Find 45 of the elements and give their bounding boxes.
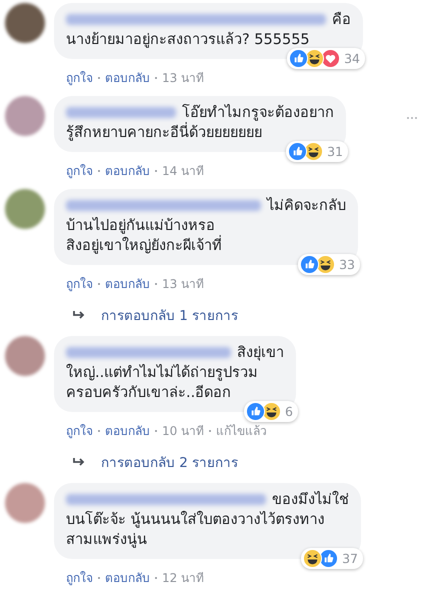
action-link[interactable]: ตอบกลับ	[105, 163, 150, 179]
separator-dot	[155, 170, 157, 172]
timestamp[interactable]: 10 นาที	[162, 423, 204, 439]
avatar[interactable]	[5, 336, 45, 376]
action-link[interactable]: ตอบกลับ	[105, 70, 150, 86]
view-replies-link[interactable]: การตอบกลับ 2 รายการ	[73, 451, 238, 473]
reaction-count: 37	[342, 551, 358, 566]
timestamp[interactable]: 12 นาที	[162, 570, 204, 586]
action-link[interactable]: ถูกใจ	[66, 70, 93, 86]
separator-dot	[98, 77, 100, 79]
reaction-count: 34	[344, 51, 360, 66]
separator-dot	[98, 430, 100, 432]
action-link[interactable]: ถูกใจ	[66, 276, 93, 292]
reaction-summary[interactable]: 37	[301, 548, 363, 569]
reaction-count: 33	[339, 257, 355, 272]
separator-dot	[155, 430, 157, 432]
separator-dot	[98, 170, 100, 172]
reaction-summary[interactable]: 6	[244, 401, 298, 422]
reply-arrow-icon	[73, 457, 85, 467]
separator-dot	[209, 430, 212, 432]
separator-dot	[98, 283, 100, 285]
separator-dot	[155, 577, 157, 579]
action-link[interactable]: ตอบกลับ	[105, 276, 150, 292]
action-link[interactable]: ถูกใจ	[66, 163, 93, 179]
action-link[interactable]: ถูกใจ	[66, 570, 93, 586]
timestamp[interactable]: 13 นาที	[162, 70, 204, 86]
separator-dot	[155, 77, 157, 79]
timestamp[interactable]: 14 นาที	[162, 163, 204, 179]
view-replies-link[interactable]: การตอบกลับ 1 รายการ	[73, 304, 238, 326]
more-options-icon[interactable]	[406, 116, 418, 120]
reaction-summary[interactable]: 31	[286, 141, 348, 162]
action-link[interactable]: ตอบกลับ	[105, 570, 150, 586]
reaction-count: 31	[327, 144, 343, 159]
reaction-count: 6	[285, 404, 293, 419]
timestamp[interactable]: 13 นาที	[162, 276, 204, 292]
separator-dot	[155, 283, 157, 285]
reaction-summary[interactable]: 34	[287, 48, 365, 69]
avatar[interactable]	[5, 189, 45, 229]
action-link[interactable]: ตอบกลับ	[105, 423, 150, 439]
separator-dot	[98, 577, 100, 579]
avatar[interactable]	[5, 3, 45, 43]
edited-label[interactable]: แก้ไขแล้ว	[216, 423, 268, 439]
reply-arrow-icon	[73, 310, 85, 320]
action-link[interactable]: ถูกใจ	[66, 423, 93, 439]
reaction-summary[interactable]: 33	[298, 254, 360, 275]
